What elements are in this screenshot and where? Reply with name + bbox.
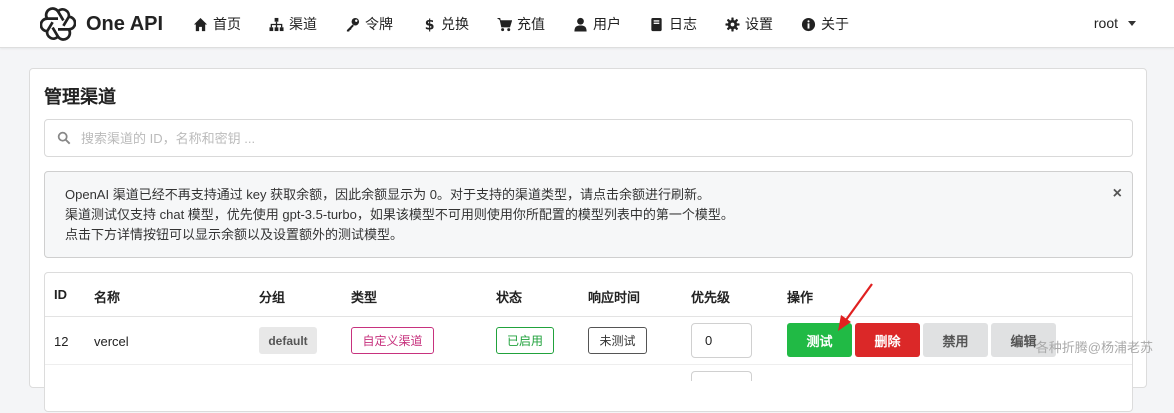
info-icon (801, 17, 816, 31)
nav-label: 首页 (213, 16, 241, 32)
channel-id: 12 (54, 334, 69, 349)
nav-label: 日志 (669, 16, 697, 32)
channel-name: vercel (94, 334, 129, 349)
dollar-icon: $ (425, 17, 435, 31)
cart-icon (497, 17, 512, 31)
search-box[interactable] (44, 119, 1133, 157)
nav-item-topup[interactable]: 充值 (497, 14, 545, 34)
column-header-name[interactable]: 名称 (94, 287, 120, 306)
page-title: 管理渠道 (44, 87, 116, 107)
nav-label: 充值 (517, 16, 545, 32)
nav-label: 渠道 (289, 16, 317, 32)
column-header-group[interactable]: 分组 (259, 287, 285, 306)
openai-logo-icon (40, 7, 76, 41)
top-navbar: One API 首页 渠道 令牌 $ 兑换 充值 用户 日志 设置 关于 roo… (0, 0, 1174, 48)
main-nav: 首页 渠道 令牌 $ 兑换 充值 用户 日志 设置 关于 (193, 0, 877, 48)
info-notice: OpenAI 渠道已经不再支持通过 key 获取余额，因此余额显示为 0。对于支… (44, 171, 1133, 258)
brand[interactable]: One API (40, 6, 163, 42)
key-icon (346, 17, 360, 32)
nav-item-about[interactable]: 关于 (801, 14, 849, 34)
column-header-id[interactable]: ID (54, 287, 67, 302)
svg-text:$: $ (425, 17, 435, 31)
search-icon (57, 131, 71, 145)
gear-icon (725, 16, 740, 32)
nav-item-tokens[interactable]: 令牌 (345, 14, 393, 34)
disable-button[interactable]: 禁用 (923, 323, 988, 357)
nav-item-home[interactable]: 首页 (193, 14, 241, 34)
close-icon[interactable]: × (1113, 184, 1122, 204)
column-header-response-time[interactable]: 响应时间 (588, 287, 640, 306)
nav-label: 令牌 (365, 16, 393, 32)
notice-line: 渠道测试仅支持 chat 模型，优先使用 gpt-3.5-turbo，如果该模型… (65, 207, 734, 222)
nav-label: 兑换 (441, 16, 469, 32)
channels-table: ID 名称 分组 类型 状态 响应时间 优先级 操作 12 vercel def… (44, 272, 1133, 412)
search-input[interactable] (81, 130, 981, 146)
status-badge: 已启用 (496, 327, 554, 354)
table-row-partial (45, 365, 1132, 413)
nav-item-channels[interactable]: 渠道 (269, 14, 317, 34)
group-badge: default (259, 327, 317, 354)
nav-item-settings[interactable]: 设置 (725, 14, 773, 34)
column-header-status[interactable]: 状态 (496, 287, 522, 306)
column-header-actions: 操作 (787, 290, 814, 305)
nav-label: 设置 (745, 16, 773, 32)
book-icon (651, 17, 662, 31)
home-icon (193, 17, 208, 31)
user-menu[interactable]: root (1094, 15, 1136, 31)
delete-button[interactable]: 删除 (855, 323, 920, 357)
notice-line: OpenAI 渠道已经不再支持通过 key 获取余额，因此余额显示为 0。对于支… (65, 187, 710, 202)
response-time-badge[interactable]: 未测试 (588, 327, 647, 354)
watermark-text: 各种折腾@杨浦老苏 (1035, 340, 1153, 355)
column-header-priority[interactable]: 优先级 (691, 287, 730, 306)
nav-label: 关于 (821, 16, 849, 32)
priority-input[interactable] (691, 323, 752, 358)
nav-item-logs[interactable]: 日志 (649, 14, 697, 34)
nav-item-users[interactable]: 用户 (573, 14, 621, 34)
table-row: 12 vercel default 自定义渠道 已启用 未测试 测试 删除 禁用… (45, 317, 1132, 365)
notice-line: 点击下方详情按钮可以显示余额以及设置额外的测试模型。 (65, 227, 404, 242)
table-header: ID 名称 分组 类型 状态 响应时间 优先级 操作 (45, 273, 1132, 317)
type-badge: 自定义渠道 (351, 327, 434, 354)
app-name: One API (86, 12, 164, 35)
nav-label: 用户 (593, 16, 621, 32)
sitemap-icon (269, 17, 284, 31)
username: root (1093, 15, 1118, 31)
user-icon (574, 17, 587, 32)
caret-down-icon (1128, 20, 1136, 26)
priority-input-partial (691, 371, 752, 381)
nav-item-redeem[interactable]: $ 兑换 (421, 14, 469, 34)
channels-panel: 管理渠道 OpenAI 渠道已经不再支持通过 key 获取余额，因此余额显示为 … (29, 68, 1147, 412)
test-button[interactable]: 测试 (787, 323, 852, 357)
column-header-type[interactable]: 类型 (351, 287, 377, 306)
